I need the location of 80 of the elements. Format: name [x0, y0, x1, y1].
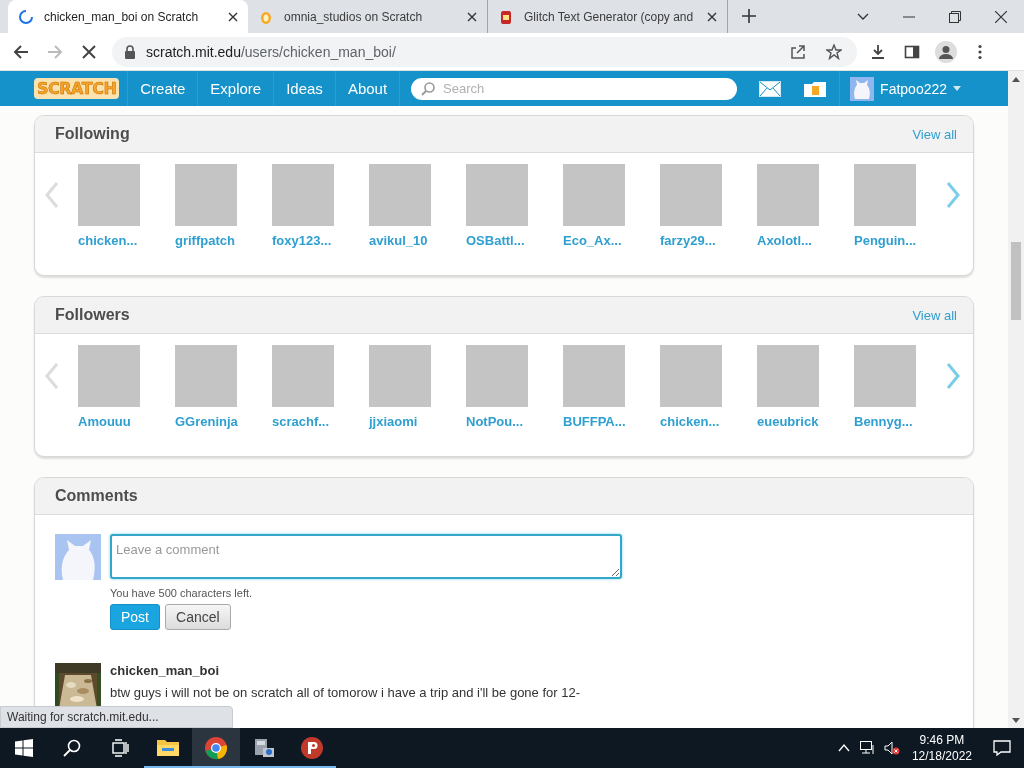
- username-link[interactable]: chicken...: [660, 414, 740, 429]
- tab-title: omnia_studios on Scratch: [284, 9, 424, 24]
- username-link[interactable]: Eco_Ax...: [563, 233, 643, 248]
- user-thumbnail[interactable]: [466, 345, 528, 407]
- clock-time[interactable]: 9:46 PM: [919, 732, 965, 748]
- username-link[interactable]: chicken...: [78, 233, 158, 248]
- status-text: Waiting for scratch.mit.edu...: [0, 706, 233, 728]
- user-thumbnail[interactable]: [854, 164, 916, 226]
- username-link[interactable]: scrachf...: [272, 414, 352, 429]
- comment-author[interactable]: chicken_man_boi: [110, 663, 580, 678]
- section-title: Following: [55, 125, 130, 143]
- username-link[interactable]: Axolotl...: [757, 233, 837, 248]
- search-icon: [420, 80, 437, 97]
- address-field[interactable]: scratch.mit.edu/users/chicken_man_boi/: [146, 43, 396, 60]
- username-link[interactable]: avikul_10: [369, 233, 449, 248]
- user-thumbnail[interactable]: [757, 345, 819, 407]
- user-thumbnail[interactable]: [369, 345, 431, 407]
- scratch-logo[interactable]: SCRATCH: [34, 78, 120, 99]
- user-thumbnail[interactable]: [175, 164, 237, 226]
- username-link[interactable]: jjxiaomi: [369, 414, 449, 429]
- loading-icon: [18, 8, 34, 25]
- browser-tab[interactable]: chicken_man_boi on Scratch: [8, 0, 248, 33]
- user-thumbnail[interactable]: [660, 164, 722, 226]
- folder-icon[interactable]: [803, 79, 828, 98]
- scrollbar-thumb[interactable]: [1011, 242, 1021, 320]
- comment-text: btw guys i will not be on scratch all of tomorow i have a trip and i'll be gone for 12-: [110, 685, 580, 700]
- cat-avatar-icon[interactable]: [850, 76, 875, 101]
- view-all-link[interactable]: View all: [912, 307, 957, 323]
- user-thumbnail[interactable]: [272, 164, 334, 226]
- username-link[interactable]: BUFFPA...: [563, 414, 643, 429]
- new-tab-icon[interactable]: [742, 9, 756, 23]
- close-icon[interactable]: [467, 11, 477, 22]
- clock-date[interactable]: 12/18/2022: [911, 748, 972, 764]
- user-thumbnail[interactable]: [854, 345, 916, 407]
- user-thumbnail[interactable]: [563, 164, 625, 226]
- cat-avatar-icon: [55, 534, 101, 580]
- user-thumbnail[interactable]: [175, 345, 237, 407]
- character-counter: You have 500 characters left.: [110, 587, 254, 599]
- view-all-link[interactable]: View all: [912, 126, 957, 142]
- username-link[interactable]: GGreninja: [175, 414, 255, 429]
- username[interactable]: Fatpoo222: [880, 80, 948, 97]
- search-field[interactable]: Search: [411, 77, 738, 100]
- user-thumbnail[interactable]: [78, 345, 140, 407]
- tab-title: chicken_man_boi on Scratch: [44, 9, 200, 24]
- chrome-taskbar-button[interactable]: [192, 728, 240, 768]
- username-link[interactable]: OSBattl...: [466, 233, 546, 248]
- nav-link[interactable]: Create: [127, 71, 198, 106]
- user-thumbnail[interactable]: [272, 345, 334, 407]
- section-title: Followers: [55, 306, 130, 324]
- computer-icon: [252, 736, 276, 760]
- username-link[interactable]: Penguin...: [854, 233, 934, 248]
- username-link[interactable]: eueubrick: [757, 414, 837, 429]
- close-icon[interactable]: [707, 11, 717, 22]
- user-thumbnail[interactable]: [563, 345, 625, 407]
- username-link[interactable]: Bennyg...: [854, 414, 934, 429]
- user-thumbnail[interactable]: [369, 164, 431, 226]
- chrome-icon: [204, 736, 228, 760]
- nav-link[interactable]: About: [334, 71, 401, 106]
- user-thumbnail[interactable]: [78, 164, 140, 226]
- username-link[interactable]: griffpatch: [175, 233, 255, 248]
- username-link[interactable]: farzy29...: [660, 233, 740, 248]
- close-icon[interactable]: [228, 11, 238, 22]
- cancel-button[interactable]: Cancel: [165, 604, 231, 630]
- comment-field[interactable]: Leave a comment: [110, 534, 622, 579]
- section-title: Comments: [55, 487, 138, 505]
- user-thumbnail[interactable]: [757, 164, 819, 226]
- username-link[interactable]: NotPou...: [466, 414, 546, 429]
- nav-link[interactable]: Ideas: [273, 71, 335, 106]
- username-link[interactable]: foxy123...: [272, 233, 352, 248]
- user-thumbnail[interactable]: [466, 164, 528, 226]
- caret-icon[interactable]: [953, 86, 962, 91]
- scrollbar[interactable]: [1008, 71, 1024, 728]
- post-button[interactable]: Post: [110, 604, 160, 630]
- tab-title: Glitch Text Generator (copy and: [524, 9, 695, 24]
- lock-icon: [124, 44, 136, 59]
- envelope-icon[interactable]: [759, 80, 782, 97]
- nav-link[interactable]: Explore: [197, 71, 274, 106]
- app-icon: [300, 736, 324, 760]
- user-thumbnail[interactable]: [660, 345, 722, 407]
- username-link[interactable]: Amouuu: [78, 414, 158, 429]
